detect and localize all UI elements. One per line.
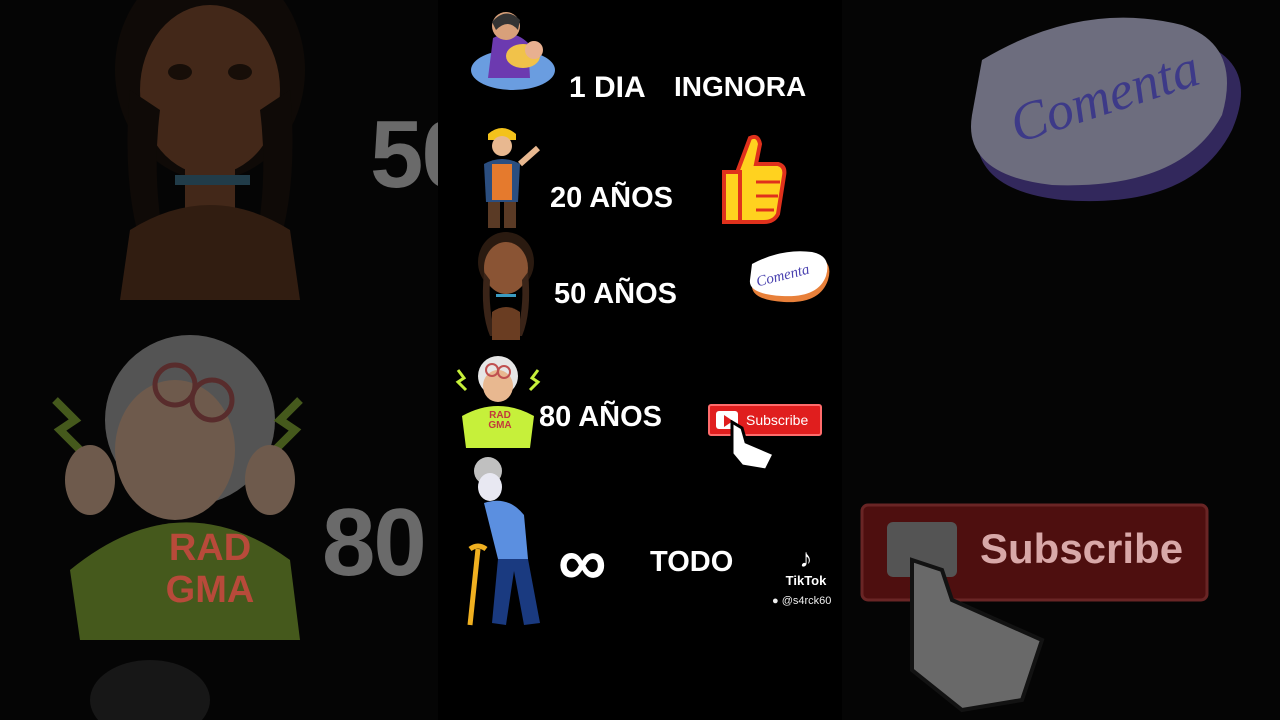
- row2-age-label: 20 AÑOS: [550, 182, 674, 214]
- tiktok-watermark: ♪ TikTok: [774, 545, 838, 588]
- bg-subscribe-text: Subscribe: [980, 525, 1184, 572]
- bg-radgma-text: RAD GMA: [140, 527, 280, 612]
- radgma-line2: GMA: [488, 420, 512, 431]
- pointer-hand-icon: [730, 420, 777, 472]
- row4-age-label: 80 AÑOS: [539, 401, 663, 433]
- row5-reaction-label: TODO: [650, 546, 734, 578]
- row1-age-label: 1 DIA: [569, 71, 646, 104]
- background-right: Comenta Subscribe: [842, 0, 1280, 720]
- background-left: 50 80 RAD GMA: [0, 0, 438, 720]
- woman-braids-icon: [478, 232, 534, 340]
- main-video-frame: 1 DIA INGNORA 20 AÑOS 50 AÑOS Comenta RA…: [438, 0, 842, 720]
- worker-woman-icon: [484, 128, 540, 228]
- bg-number-80: 80: [322, 489, 427, 596]
- tiktok-handle: @s4rck60: [781, 595, 832, 607]
- comenta-sticker: Comenta: [744, 250, 832, 310]
- elderly-cane-icon: [467, 457, 540, 626]
- row5-age-label: ∞: [558, 524, 607, 600]
- tiktok-brand: TikTok: [785, 573, 827, 588]
- row1-reaction-label: INGNORA: [674, 71, 807, 102]
- tiktok-note-icon: ♪: [799, 543, 813, 573]
- bg-radgma-line1: RAD: [168, 527, 252, 569]
- thumbs-up-icon: [722, 134, 787, 224]
- bg-number-50: 50: [370, 101, 438, 208]
- bg-radgma-line2: GMA: [165, 568, 255, 611]
- radgma-icon: [455, 356, 541, 448]
- mother-baby-icon: [471, 12, 555, 90]
- user-icon: ●: [772, 595, 779, 607]
- tiktok-handle-row: ● @s4rck60: [772, 595, 831, 607]
- row3-age-label: 50 AÑOS: [554, 278, 678, 310]
- radgma-sticker-text: RAD GMA: [480, 411, 520, 431]
